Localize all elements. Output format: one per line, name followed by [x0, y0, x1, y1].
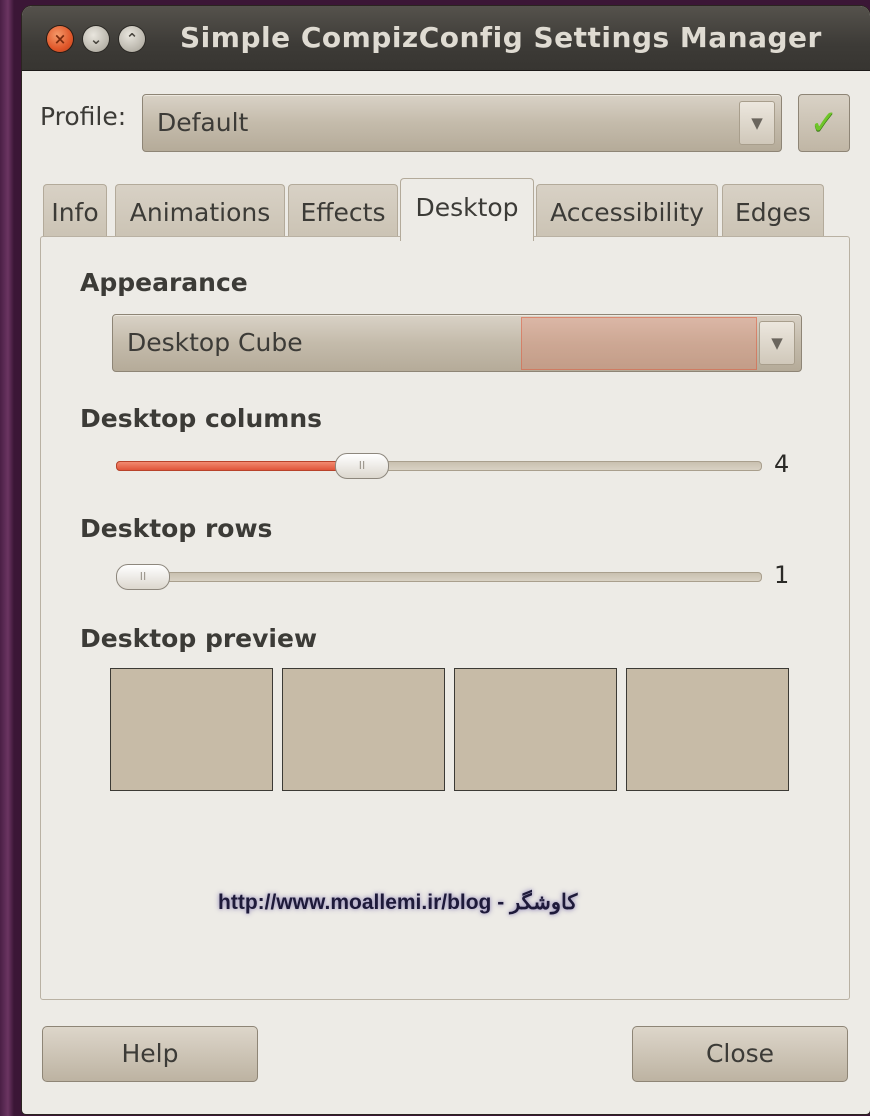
desktop-rows-heading: Desktop rows [80, 514, 273, 543]
help-button[interactable]: Help [42, 1026, 258, 1082]
close-button[interactable]: Close [632, 1026, 848, 1082]
watermark-text: http://www.moallemi.ir/blog - کاوشگر [218, 891, 578, 914]
columns-slider-fill [116, 461, 364, 471]
profile-dropdown[interactable]: Default ▼ [142, 94, 782, 152]
desktop-columns-heading: Desktop columns [80, 404, 323, 433]
preview-viewport [110, 668, 273, 791]
tab-accessibility[interactable]: Accessibility [536, 184, 718, 238]
chevron-down-icon[interactable]: ▼ [759, 321, 795, 365]
appearance-value: Desktop Cube [127, 328, 303, 357]
apply-profile-button[interactable]: ✓ [798, 94, 850, 152]
close-window-icon[interactable]: × [47, 26, 73, 52]
columns-slider-handle[interactable]: II [335, 453, 390, 479]
dropdown-hover-highlight [521, 317, 757, 370]
profile-value: Default [157, 108, 249, 137]
rows-slider-track[interactable] [116, 572, 762, 582]
profile-label: Profile: [40, 102, 127, 131]
settings-window: × ⌄ ⌃ Simple CompizConfig Settings Manag… [22, 6, 870, 1114]
desktop-preview-heading: Desktop preview [80, 624, 318, 653]
checkmark-icon: ✓ [809, 103, 839, 143]
appearance-dropdown[interactable]: Desktop Cube ▼ [112, 314, 802, 372]
tab-edges[interactable]: Edges [722, 184, 824, 238]
tab-animations[interactable]: Animations [115, 184, 285, 238]
chevron-down-icon[interactable]: ▼ [739, 101, 775, 145]
minimize-window-icon[interactable]: ⌄ [83, 26, 109, 52]
tab-info[interactable]: Info [43, 184, 107, 238]
window-title: Simple CompizConfig Settings Manager [180, 21, 822, 54]
tab-effects[interactable]: Effects [288, 184, 398, 238]
tab-desktop[interactable]: Desktop [400, 178, 534, 241]
maximize-window-icon[interactable]: ⌃ [119, 26, 145, 52]
appearance-heading: Appearance [80, 268, 248, 297]
desktop-rows-value: 1 [774, 561, 790, 589]
preview-viewport [454, 668, 617, 791]
desktop-columns-value: 4 [774, 450, 790, 478]
title-bar[interactable]: × ⌄ ⌃ Simple CompizConfig Settings Manag… [22, 6, 870, 71]
preview-viewport [282, 668, 445, 791]
preview-viewport [626, 668, 789, 791]
rows-slider-handle[interactable]: II [116, 564, 170, 590]
